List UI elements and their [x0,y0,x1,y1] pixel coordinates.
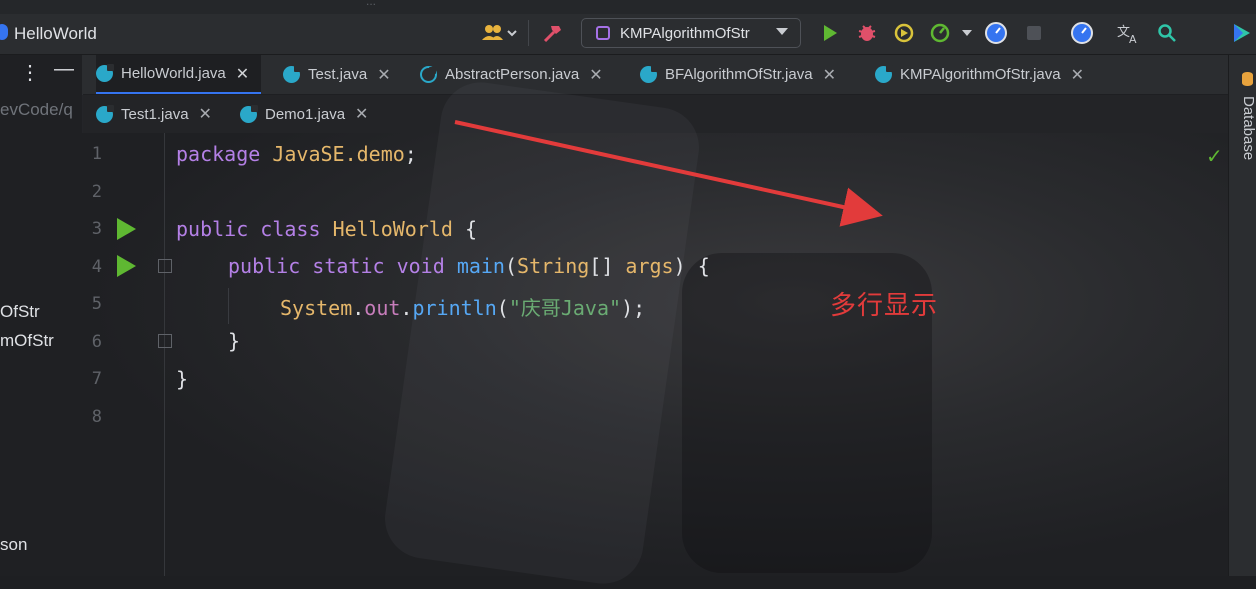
annotation-label: 多行显示 [830,290,939,320]
annotation-arrow [454,120,883,227]
annotation-arrow-line [454,120,883,227]
